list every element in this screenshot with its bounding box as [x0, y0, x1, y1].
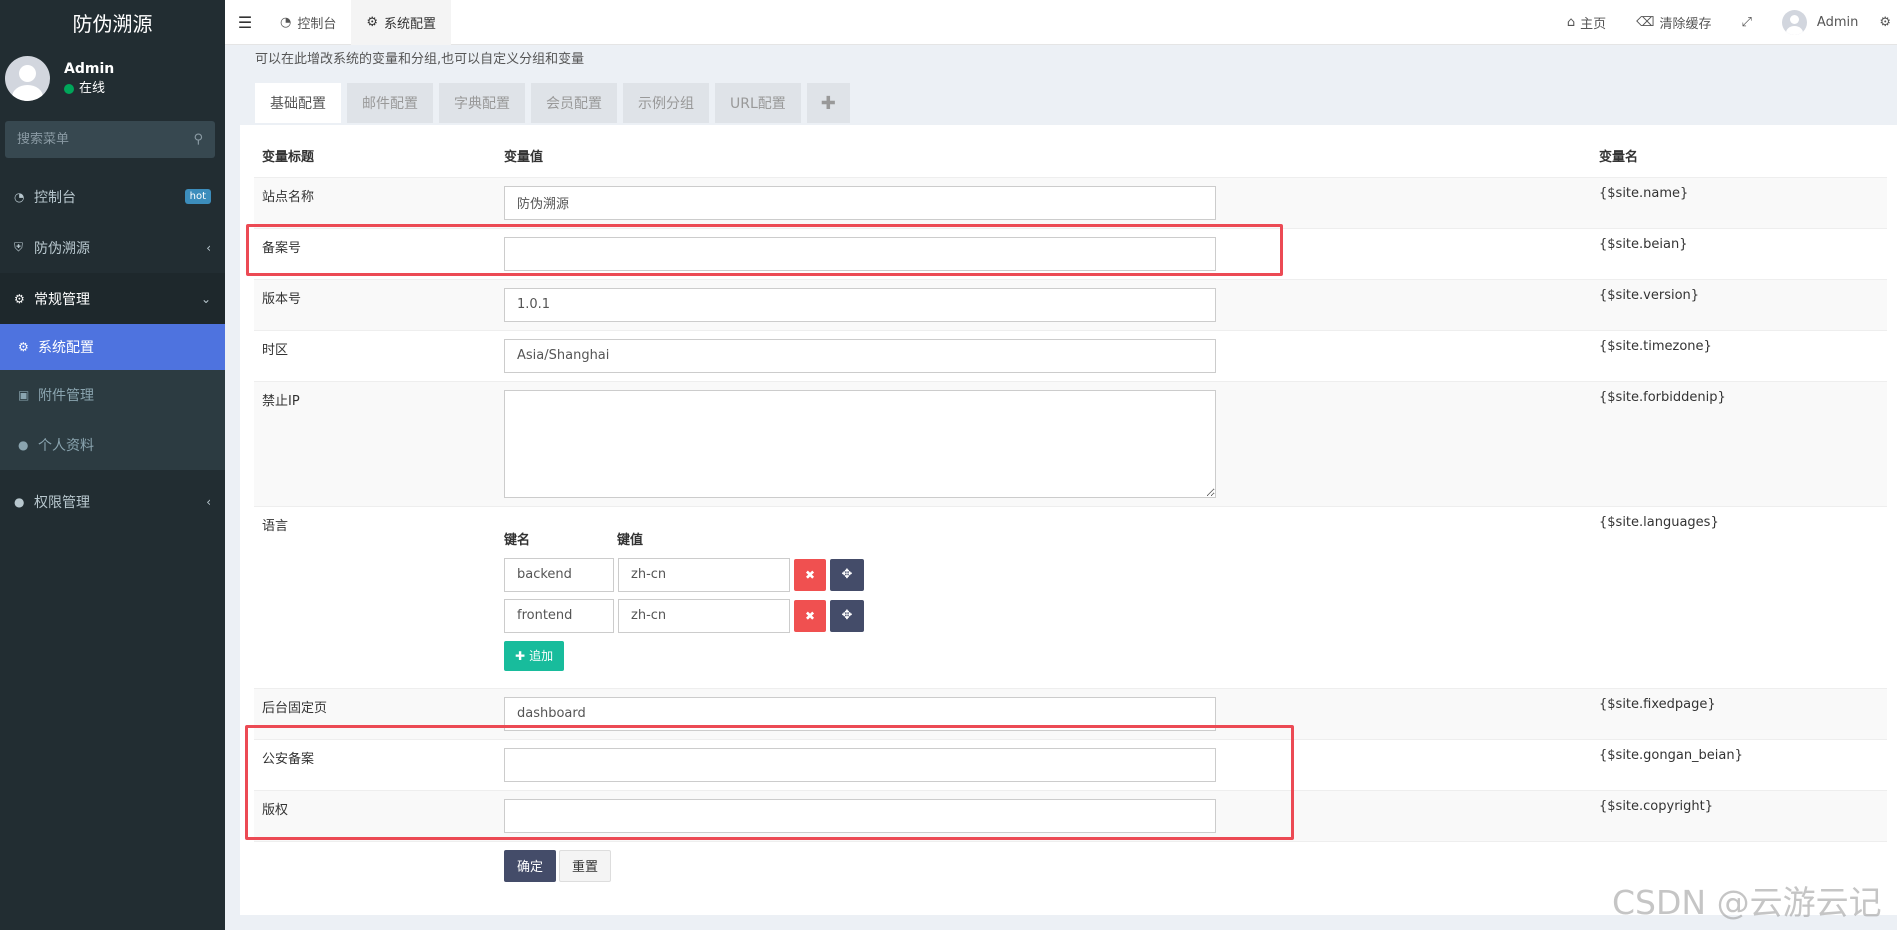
tab-email-config[interactable]: 邮件配置 [347, 83, 433, 123]
config-table: 变量标题 变量值 变量名 站点名称 防伪溯源 {$site.name} 备案号 … [254, 135, 1887, 890]
user-icon: ● [18, 438, 29, 452]
home-icon: ⌂ [1566, 14, 1576, 30]
table-row: 备案号 {$site.beian} [254, 227, 1887, 279]
language-entry: backend zh-cn ✖ ✥ [504, 557, 1583, 592]
reset-button[interactable]: 重置 [559, 849, 611, 882]
tab-basic-config[interactable]: 基础配置 [255, 83, 341, 123]
home-link[interactable]: ⌂ 主页 [1552, 13, 1621, 32]
table-row: 后台固定页 dashboard {$site.fixedpage} [254, 687, 1887, 739]
tab-dictionary-config[interactable]: 字典配置 [439, 83, 525, 123]
menu-search-input[interactable] [17, 132, 167, 147]
config-tabs: 基础配置 邮件配置 字典配置 会员配置 示例分组 URL配置 ✚ [255, 83, 850, 123]
forbidden-ip-textarea[interactable] [504, 389, 1216, 498]
version-input[interactable]: 1.0.1 [504, 287, 1216, 322]
tab-dashboard[interactable]: ◔ 控制台 [265, 0, 351, 45]
admin-user-menu[interactable]: Admin [1767, 9, 1873, 35]
language-key-input[interactable]: frontend [504, 598, 614, 633]
chevron-left-icon: ‹ [206, 494, 211, 509]
chevron-down-icon: ⌄ [200, 291, 211, 306]
user-status: 在线 [64, 79, 114, 99]
table-row: 站点名称 防伪溯源 {$site.name} [254, 176, 1887, 228]
close-icon: ✖ [804, 608, 816, 623]
remove-entry-button[interactable]: ✖ [794, 599, 826, 632]
trash-icon: ⌫ [1636, 14, 1655, 30]
dashboard-icon: ◔ [14, 189, 25, 204]
search-icon[interactable]: ⚲ [193, 132, 203, 147]
site-name-input[interactable]: 防伪溯源 [504, 185, 1216, 220]
sidebar-item-permissions[interactable]: ● 权限管理 ‹ [0, 476, 225, 527]
sidebar-item-general[interactable]: ⚙ 常规管理 ⌄ [0, 273, 225, 324]
config-panel: 变量标题 变量值 变量名 站点名称 防伪溯源 {$site.name} 备案号 … [240, 125, 1897, 915]
file-image-icon: ▣ [18, 388, 30, 402]
tab-system-config[interactable]: ⚙ 系统配置 [351, 0, 452, 45]
gear-icon: ⚙ [18, 340, 29, 354]
user-panel: Admin 在线 [0, 45, 225, 112]
table-row: 版权 {$site.copyright} [254, 789, 1887, 841]
submit-button[interactable]: 确定 [504, 849, 556, 882]
table-row: 语言 键名 键值 backend zh-cn ✖ ✥ frontend zh-c… [254, 505, 1887, 688]
clear-cache-link[interactable]: ⌫ 清除缓存 [1621, 13, 1726, 32]
move-icon: ✥ [841, 608, 853, 623]
beian-input[interactable] [504, 236, 1216, 271]
sidebar-item-attachments[interactable]: ▣ 附件管理 [0, 370, 225, 420]
header-name: 变量名 [1599, 150, 1639, 166]
table-row: 禁止IP {$site.forbiddenip} [254, 380, 1887, 506]
online-dot-icon [64, 83, 74, 94]
sidebar-item-profile[interactable]: ● 个人资料 [0, 420, 225, 470]
drag-handle-button[interactable]: ✥ [830, 599, 864, 632]
remove-entry-button[interactable]: ✖ [794, 558, 826, 591]
top-navbar: ☰ ◔ 控制台 ⚙ 系统配置 ⌂ 主页 ⌫ 清除缓存 ⤢ Admin ⚙ [225, 0, 1897, 45]
copyright-input[interactable] [504, 798, 1216, 833]
tab-url-config[interactable]: URL配置 [715, 83, 801, 123]
language-value-input[interactable]: zh-cn [618, 598, 790, 633]
header-title: 变量标题 [262, 150, 315, 166]
language-header: 键名 键值 [504, 532, 644, 548]
gear-icon: ⚙ [366, 14, 379, 30]
user-name: Admin [64, 60, 115, 77]
menu-toggle-icon[interactable]: ☰ [225, 13, 265, 32]
append-button[interactable]: ✚ 追加 [504, 640, 565, 671]
fixed-page-input[interactable]: dashboard [504, 696, 1216, 731]
close-icon: ✖ [804, 567, 816, 582]
avatar [1781, 9, 1807, 35]
sidebar-item-traceability[interactable]: ⛨ 防伪溯源 ‹ [0, 222, 225, 273]
users-icon: ● [14, 494, 25, 509]
settings-gear-icon[interactable]: ⚙ [1873, 15, 1897, 30]
menu-search: ⚲ [5, 121, 215, 158]
language-entry: frontend zh-cn ✖ ✥ [504, 598, 1583, 633]
gongan-beian-input[interactable] [504, 747, 1216, 782]
page-description: 可以在此增改系统的变量和分组,也可以自定义分组和变量 [255, 52, 585, 67]
header-value: 变量值 [504, 150, 544, 166]
cogs-icon: ⚙ [14, 291, 25, 306]
tab-member-config[interactable]: 会员配置 [531, 83, 617, 123]
move-icon: ✥ [841, 567, 853, 582]
sidebar-item-dashboard[interactable]: ◔ 控制台 hot [0, 171, 225, 222]
user-avatar [5, 56, 50, 101]
table-row: 时区 Asia/Shanghai {$site.timezone} [254, 329, 1887, 381]
chevron-left-icon: ‹ [206, 240, 211, 255]
hot-badge: hot [184, 189, 211, 204]
sidebar-item-system-config[interactable]: ⚙ 系统配置 [0, 324, 225, 370]
drag-handle-button[interactable]: ✥ [830, 558, 864, 591]
sidebar-menu: ◔ 控制台 hot ⛨ 防伪溯源 ‹ ⚙ 常规管理 ⌄ ⚙ 系统配置 ▣ 附件管… [0, 171, 225, 527]
shield-icon: ⛨ [14, 240, 24, 254]
table-row: 公安备案 {$site.gongan_beian} [254, 738, 1887, 790]
timezone-input[interactable]: Asia/Shanghai [504, 338, 1216, 373]
add-group-icon[interactable]: ✚ [806, 83, 850, 123]
table-row: 版本号 1.0.1 {$site.version} [254, 278, 1887, 330]
tab-example-group[interactable]: 示例分组 [623, 83, 709, 123]
watermark: CSDN @云游云记 [1612, 883, 1882, 922]
sidebar: 防伪溯源 Admin 在线 ⚲ ◔ 控制台 hot ⛨ 防伪溯源 ‹ ⚙ 常规管… [0, 0, 225, 930]
app-logo[interactable]: 防伪溯源 [0, 0, 225, 45]
plus-icon: ✚ [515, 648, 526, 663]
main-content: 可以在此增改系统的变量和分组,也可以自定义分组和变量 基础配置 邮件配置 字典配… [225, 45, 1897, 930]
fullscreen-icon[interactable]: ⤢ [1727, 15, 1767, 30]
language-value-input[interactable]: zh-cn [618, 557, 790, 592]
language-key-input[interactable]: backend [504, 557, 614, 592]
dashboard-icon: ◔ [280, 14, 292, 30]
